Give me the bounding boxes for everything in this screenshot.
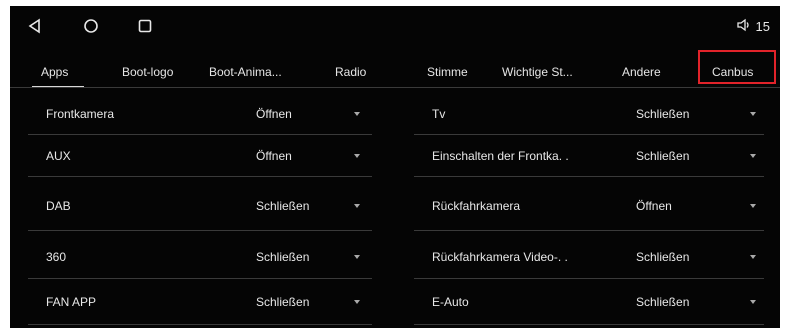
tab-wichtige-st[interactable]: Wichtige St... bbox=[502, 56, 573, 88]
dropdown-arrow-icon bbox=[354, 204, 360, 208]
setting-label: Tv bbox=[432, 107, 446, 121]
row-divider bbox=[28, 230, 372, 231]
setting-label: E-Auto bbox=[432, 295, 469, 309]
setting-value: Schließen bbox=[256, 250, 310, 264]
row-divider bbox=[414, 134, 764, 135]
dropdown-arrow-icon bbox=[750, 255, 756, 259]
setting-label: AUX bbox=[46, 149, 71, 163]
setting-row-360[interactable]: 360 Schließen bbox=[28, 239, 372, 275]
setting-row-aux[interactable]: AUX Öffnen bbox=[28, 138, 372, 174]
volume-value: 15 bbox=[755, 18, 770, 34]
setting-row-dab[interactable]: DAB Schließen bbox=[28, 188, 372, 224]
row-divider bbox=[414, 324, 764, 325]
setting-value: Schließen bbox=[636, 250, 690, 264]
setting-label: Frontkamera bbox=[46, 107, 115, 121]
setting-value: Schließen bbox=[256, 295, 310, 309]
row-divider bbox=[28, 278, 372, 279]
tab-boot-animation[interactable]: Boot-Anima... bbox=[209, 56, 282, 88]
dropdown-arrow-icon bbox=[354, 112, 360, 116]
setting-value: Öffnen bbox=[256, 149, 292, 163]
setting-value: Schließen bbox=[636, 149, 690, 163]
canbus-highlight-box bbox=[698, 50, 776, 84]
screen: 15 Apps Boot-logo Boot-Anima... Radio St… bbox=[10, 6, 780, 328]
tab-boot-logo[interactable]: Boot-logo bbox=[122, 56, 173, 88]
setting-row-fan-app[interactable]: FAN APP Schließen bbox=[28, 284, 372, 320]
volume-icon bbox=[736, 18, 752, 35]
tabs-divider bbox=[10, 87, 780, 88]
setting-row-rueckfahrkamera-video[interactable]: Rückfahrkamera Video-. . Schließen bbox=[414, 239, 764, 275]
back-icon[interactable] bbox=[26, 17, 44, 35]
volume-indicator[interactable]: 15 bbox=[736, 16, 770, 36]
row-divider bbox=[414, 230, 764, 231]
setting-label: Rückfahrkamera Video-. . bbox=[432, 250, 568, 264]
setting-label: Einschalten der Frontka. . bbox=[432, 149, 569, 163]
dropdown-arrow-icon bbox=[750, 112, 756, 116]
dropdown-arrow-icon bbox=[750, 300, 756, 304]
setting-label: DAB bbox=[46, 199, 71, 213]
setting-label: 360 bbox=[46, 250, 67, 264]
setting-row-e-auto[interactable]: E-Auto Schließen bbox=[414, 284, 764, 320]
setting-label: FAN APP bbox=[46, 295, 97, 309]
dropdown-arrow-icon bbox=[750, 154, 756, 158]
setting-value: Öffnen bbox=[256, 107, 292, 121]
setting-value: Schließen bbox=[636, 107, 690, 121]
recent-apps-icon[interactable] bbox=[136, 17, 154, 35]
dropdown-arrow-icon bbox=[354, 255, 360, 259]
row-divider bbox=[28, 176, 372, 177]
setting-value: Öffnen bbox=[636, 199, 672, 213]
setting-row-rueckfahrkamera[interactable]: Rückfahrkamera Öffnen bbox=[414, 188, 764, 224]
setting-value: Schließen bbox=[636, 295, 690, 309]
dropdown-arrow-icon bbox=[354, 154, 360, 158]
setting-label: Rückfahrkamera bbox=[432, 199, 521, 213]
dropdown-arrow-icon bbox=[750, 204, 756, 208]
dropdown-arrow-icon bbox=[354, 300, 360, 304]
setting-row-frontkamera[interactable]: Frontkamera Öffnen bbox=[28, 96, 372, 132]
setting-value: Schließen bbox=[256, 199, 310, 213]
tab-bar: Apps Boot-logo Boot-Anima... Radio Stimm… bbox=[10, 56, 780, 88]
tab-radio[interactable]: Radio bbox=[335, 56, 366, 88]
row-divider bbox=[414, 176, 764, 177]
setting-row-einschalten-frontkamera[interactable]: Einschalten der Frontka. . Schließen bbox=[414, 138, 764, 174]
row-divider bbox=[28, 134, 372, 135]
tab-stimme[interactable]: Stimme bbox=[427, 56, 468, 88]
row-divider bbox=[28, 324, 372, 325]
tab-apps[interactable]: Apps bbox=[41, 56, 68, 88]
system-bar: 15 bbox=[10, 6, 780, 44]
setting-row-tv[interactable]: Tv Schließen bbox=[414, 96, 764, 132]
home-icon[interactable] bbox=[82, 17, 100, 35]
row-divider bbox=[414, 278, 764, 279]
tab-andere[interactable]: Andere bbox=[622, 56, 661, 88]
